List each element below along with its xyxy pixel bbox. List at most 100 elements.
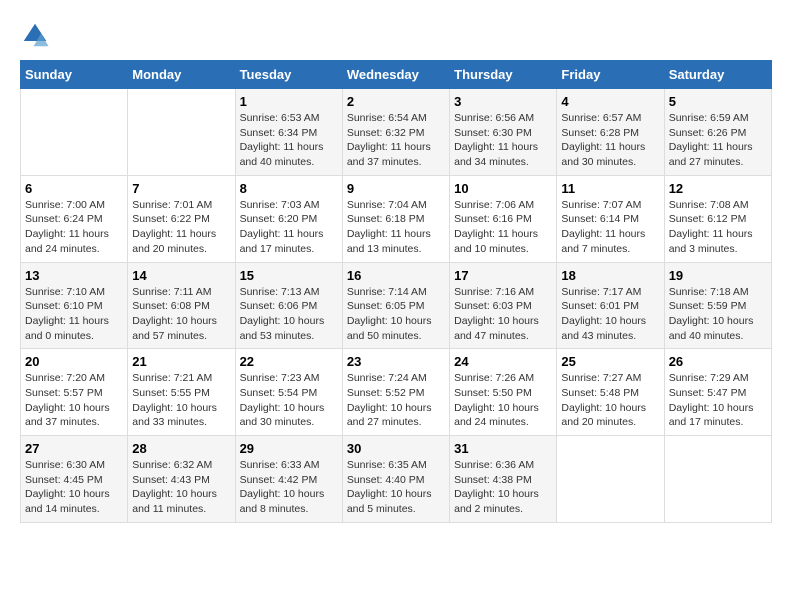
day-number: 28 — [132, 441, 230, 456]
calendar-day: 25Sunrise: 7:27 AM Sunset: 5:48 PM Dayli… — [557, 349, 664, 436]
calendar-day: 18 Sunrise: 7:17 AM Sunset: 6:01 PM Dayli… — [557, 262, 664, 349]
day-number: 29 — [240, 441, 338, 456]
day-info: Sunrise: 7:14 AM Sunset: 6:05 PM Dayligh… — [347, 285, 445, 344]
calendar-day: 28 Sunrise: 6:32 AM Sunset: 4:43 PM Dayli… — [128, 436, 235, 523]
day-number: 6 — [25, 181, 123, 196]
day-number: 2 — [347, 94, 445, 109]
day-info: Sunrise: 7:24 AM Sunset: 5:52 PM Dayligh… — [347, 371, 445, 430]
calendar-day: 17 Sunrise: 7:16 AM Sunset: 6:03 PM Dayli… — [450, 262, 557, 349]
calendar-week-2: 6 Sunrise: 7:00 AM Sunset: 6:24 PM Daylig… — [21, 175, 772, 262]
day-number: 21 — [132, 354, 230, 369]
calendar-day: 22 Sunrise: 7:23 AM Sunset: 5:54 PM Dayli… — [235, 349, 342, 436]
day-number: 17 — [454, 268, 552, 283]
calendar-day: 30 Sunrise: 6:35 AM Sunset: 4:40 PM Dayli… — [342, 436, 449, 523]
day-number: 1 — [240, 94, 338, 109]
calendar-day: 13Sunrise: 7:10 AM Sunset: 6:10 PM Dayli… — [21, 262, 128, 349]
weekday-header-wednesday: Wednesday — [342, 61, 449, 89]
day-number: 31 — [454, 441, 552, 456]
calendar-day: 19 Sunrise: 7:18 AM Sunset: 5:59 PM Dayli… — [664, 262, 771, 349]
day-number: 16 — [347, 268, 445, 283]
day-info: Sunrise: 7:16 AM Sunset: 6:03 PM Dayligh… — [454, 285, 552, 344]
calendar-day: 23 Sunrise: 7:24 AM Sunset: 5:52 PM Dayli… — [342, 349, 449, 436]
day-number: 26 — [669, 354, 767, 369]
day-info: Sunrise: 7:06 AM Sunset: 6:16 PM Dayligh… — [454, 198, 552, 257]
day-number: 4 — [561, 94, 659, 109]
day-info: Sunrise: 6:56 AM Sunset: 6:30 PM Dayligh… — [454, 111, 552, 170]
logo-icon — [20, 20, 50, 50]
page-header — [20, 20, 772, 50]
calendar-day: 2Sunrise: 6:54 AM Sunset: 6:32 PM Daylig… — [342, 89, 449, 176]
day-number: 5 — [669, 94, 767, 109]
weekday-header-sunday: Sunday — [21, 61, 128, 89]
weekday-header-saturday: Saturday — [664, 61, 771, 89]
day-info: Sunrise: 7:29 AM Sunset: 5:47 PM Dayligh… — [669, 371, 767, 430]
day-number: 10 — [454, 181, 552, 196]
calendar-day: 24Sunrise: 7:26 AM Sunset: 5:50 PM Dayli… — [450, 349, 557, 436]
day-info: Sunrise: 7:17 AM Sunset: 6:01 PM Dayligh… — [561, 285, 659, 344]
calendar-day: 6 Sunrise: 7:00 AM Sunset: 6:24 PM Daylig… — [21, 175, 128, 262]
calendar-week-3: 13Sunrise: 7:10 AM Sunset: 6:10 PM Dayli… — [21, 262, 772, 349]
weekday-header-friday: Friday — [557, 61, 664, 89]
calendar-day: 9 Sunrise: 7:04 AM Sunset: 6:18 PM Daylig… — [342, 175, 449, 262]
calendar-week-1: 1Sunrise: 6:53 AM Sunset: 6:34 PM Daylig… — [21, 89, 772, 176]
calendar-day: 12 Sunrise: 7:08 AM Sunset: 6:12 PM Dayli… — [664, 175, 771, 262]
day-info: Sunrise: 7:08 AM Sunset: 6:12 PM Dayligh… — [669, 198, 767, 257]
calendar-day — [557, 436, 664, 523]
day-info: Sunrise: 6:32 AM Sunset: 4:43 PM Dayligh… — [132, 458, 230, 517]
day-number: 11 — [561, 181, 659, 196]
day-info: Sunrise: 7:23 AM Sunset: 5:54 PM Dayligh… — [240, 371, 338, 430]
calendar-day: 26 Sunrise: 7:29 AM Sunset: 5:47 PM Dayli… — [664, 349, 771, 436]
calendar-day: 27 Sunrise: 6:30 AM Sunset: 4:45 PM Dayli… — [21, 436, 128, 523]
day-number: 15 — [240, 268, 338, 283]
day-number: 27 — [25, 441, 123, 456]
calendar-day: 5 Sunrise: 6:59 AM Sunset: 6:26 PM Daylig… — [664, 89, 771, 176]
day-number: 14 — [132, 268, 230, 283]
day-info: Sunrise: 6:30 AM Sunset: 4:45 PM Dayligh… — [25, 458, 123, 517]
calendar-day — [664, 436, 771, 523]
day-info: Sunrise: 7:11 AM Sunset: 6:08 PM Dayligh… — [132, 285, 230, 344]
calendar-day: 8 Sunrise: 7:03 AM Sunset: 6:20 PM Daylig… — [235, 175, 342, 262]
day-number: 19 — [669, 268, 767, 283]
calendar-day: 20 Sunrise: 7:20 AM Sunset: 5:57 PM Dayli… — [21, 349, 128, 436]
calendar-day: 11 Sunrise: 7:07 AM Sunset: 6:14 PM Dayli… — [557, 175, 664, 262]
day-info: Sunrise: 7:10 AM Sunset: 6:10 PM Dayligh… — [25, 285, 123, 344]
day-number: 3 — [454, 94, 552, 109]
day-number: 9 — [347, 181, 445, 196]
day-info: Sunrise: 7:07 AM Sunset: 6:14 PM Dayligh… — [561, 198, 659, 257]
day-number: 8 — [240, 181, 338, 196]
day-number: 20 — [25, 354, 123, 369]
calendar-day: 14 Sunrise: 7:11 AM Sunset: 6:08 PM Dayli… — [128, 262, 235, 349]
day-number: 12 — [669, 181, 767, 196]
weekday-header-row: SundayMondayTuesdayWednesdayThursdayFrid… — [21, 61, 772, 89]
day-info: Sunrise: 7:04 AM Sunset: 6:18 PM Dayligh… — [347, 198, 445, 257]
calendar-day: 15 Sunrise: 7:13 AM Sunset: 6:06 PM Dayli… — [235, 262, 342, 349]
calendar-day: 7Sunrise: 7:01 AM Sunset: 6:22 PM Daylig… — [128, 175, 235, 262]
day-info: Sunrise: 7:20 AM Sunset: 5:57 PM Dayligh… — [25, 371, 123, 430]
calendar-day: 21Sunrise: 7:21 AM Sunset: 5:55 PM Dayli… — [128, 349, 235, 436]
day-info: Sunrise: 7:27 AM Sunset: 5:48 PM Dayligh… — [561, 371, 659, 430]
calendar-table: SundayMondayTuesdayWednesdayThursdayFrid… — [20, 60, 772, 523]
day-number: 22 — [240, 354, 338, 369]
calendar-day: 16 Sunrise: 7:14 AM Sunset: 6:05 PM Dayli… — [342, 262, 449, 349]
calendar-day: 1Sunrise: 6:53 AM Sunset: 6:34 PM Daylig… — [235, 89, 342, 176]
calendar-day: 3 Sunrise: 6:56 AM Sunset: 6:30 PM Daylig… — [450, 89, 557, 176]
calendar-day: 29 Sunrise: 6:33 AM Sunset: 4:42 PM Dayli… — [235, 436, 342, 523]
day-info: Sunrise: 7:13 AM Sunset: 6:06 PM Dayligh… — [240, 285, 338, 344]
calendar-day — [21, 89, 128, 176]
day-info: Sunrise: 6:59 AM Sunset: 6:26 PM Dayligh… — [669, 111, 767, 170]
day-number: 23 — [347, 354, 445, 369]
day-info: Sunrise: 7:26 AM Sunset: 5:50 PM Dayligh… — [454, 371, 552, 430]
day-info: Sunrise: 6:57 AM Sunset: 6:28 PM Dayligh… — [561, 111, 659, 170]
day-number: 18 — [561, 268, 659, 283]
weekday-header-monday: Monday — [128, 61, 235, 89]
day-info: Sunrise: 6:35 AM Sunset: 4:40 PM Dayligh… — [347, 458, 445, 517]
day-number: 30 — [347, 441, 445, 456]
calendar-day: 10 Sunrise: 7:06 AM Sunset: 6:16 PM Dayli… — [450, 175, 557, 262]
calendar-day: 4 Sunrise: 6:57 AM Sunset: 6:28 PM Daylig… — [557, 89, 664, 176]
day-info: Sunrise: 7:18 AM Sunset: 5:59 PM Dayligh… — [669, 285, 767, 344]
calendar-week-4: 20 Sunrise: 7:20 AM Sunset: 5:57 PM Dayli… — [21, 349, 772, 436]
day-info: Sunrise: 7:00 AM Sunset: 6:24 PM Dayligh… — [25, 198, 123, 257]
day-info: Sunrise: 6:33 AM Sunset: 4:42 PM Dayligh… — [240, 458, 338, 517]
day-info: Sunrise: 7:03 AM Sunset: 6:20 PM Dayligh… — [240, 198, 338, 257]
weekday-header-tuesday: Tuesday — [235, 61, 342, 89]
